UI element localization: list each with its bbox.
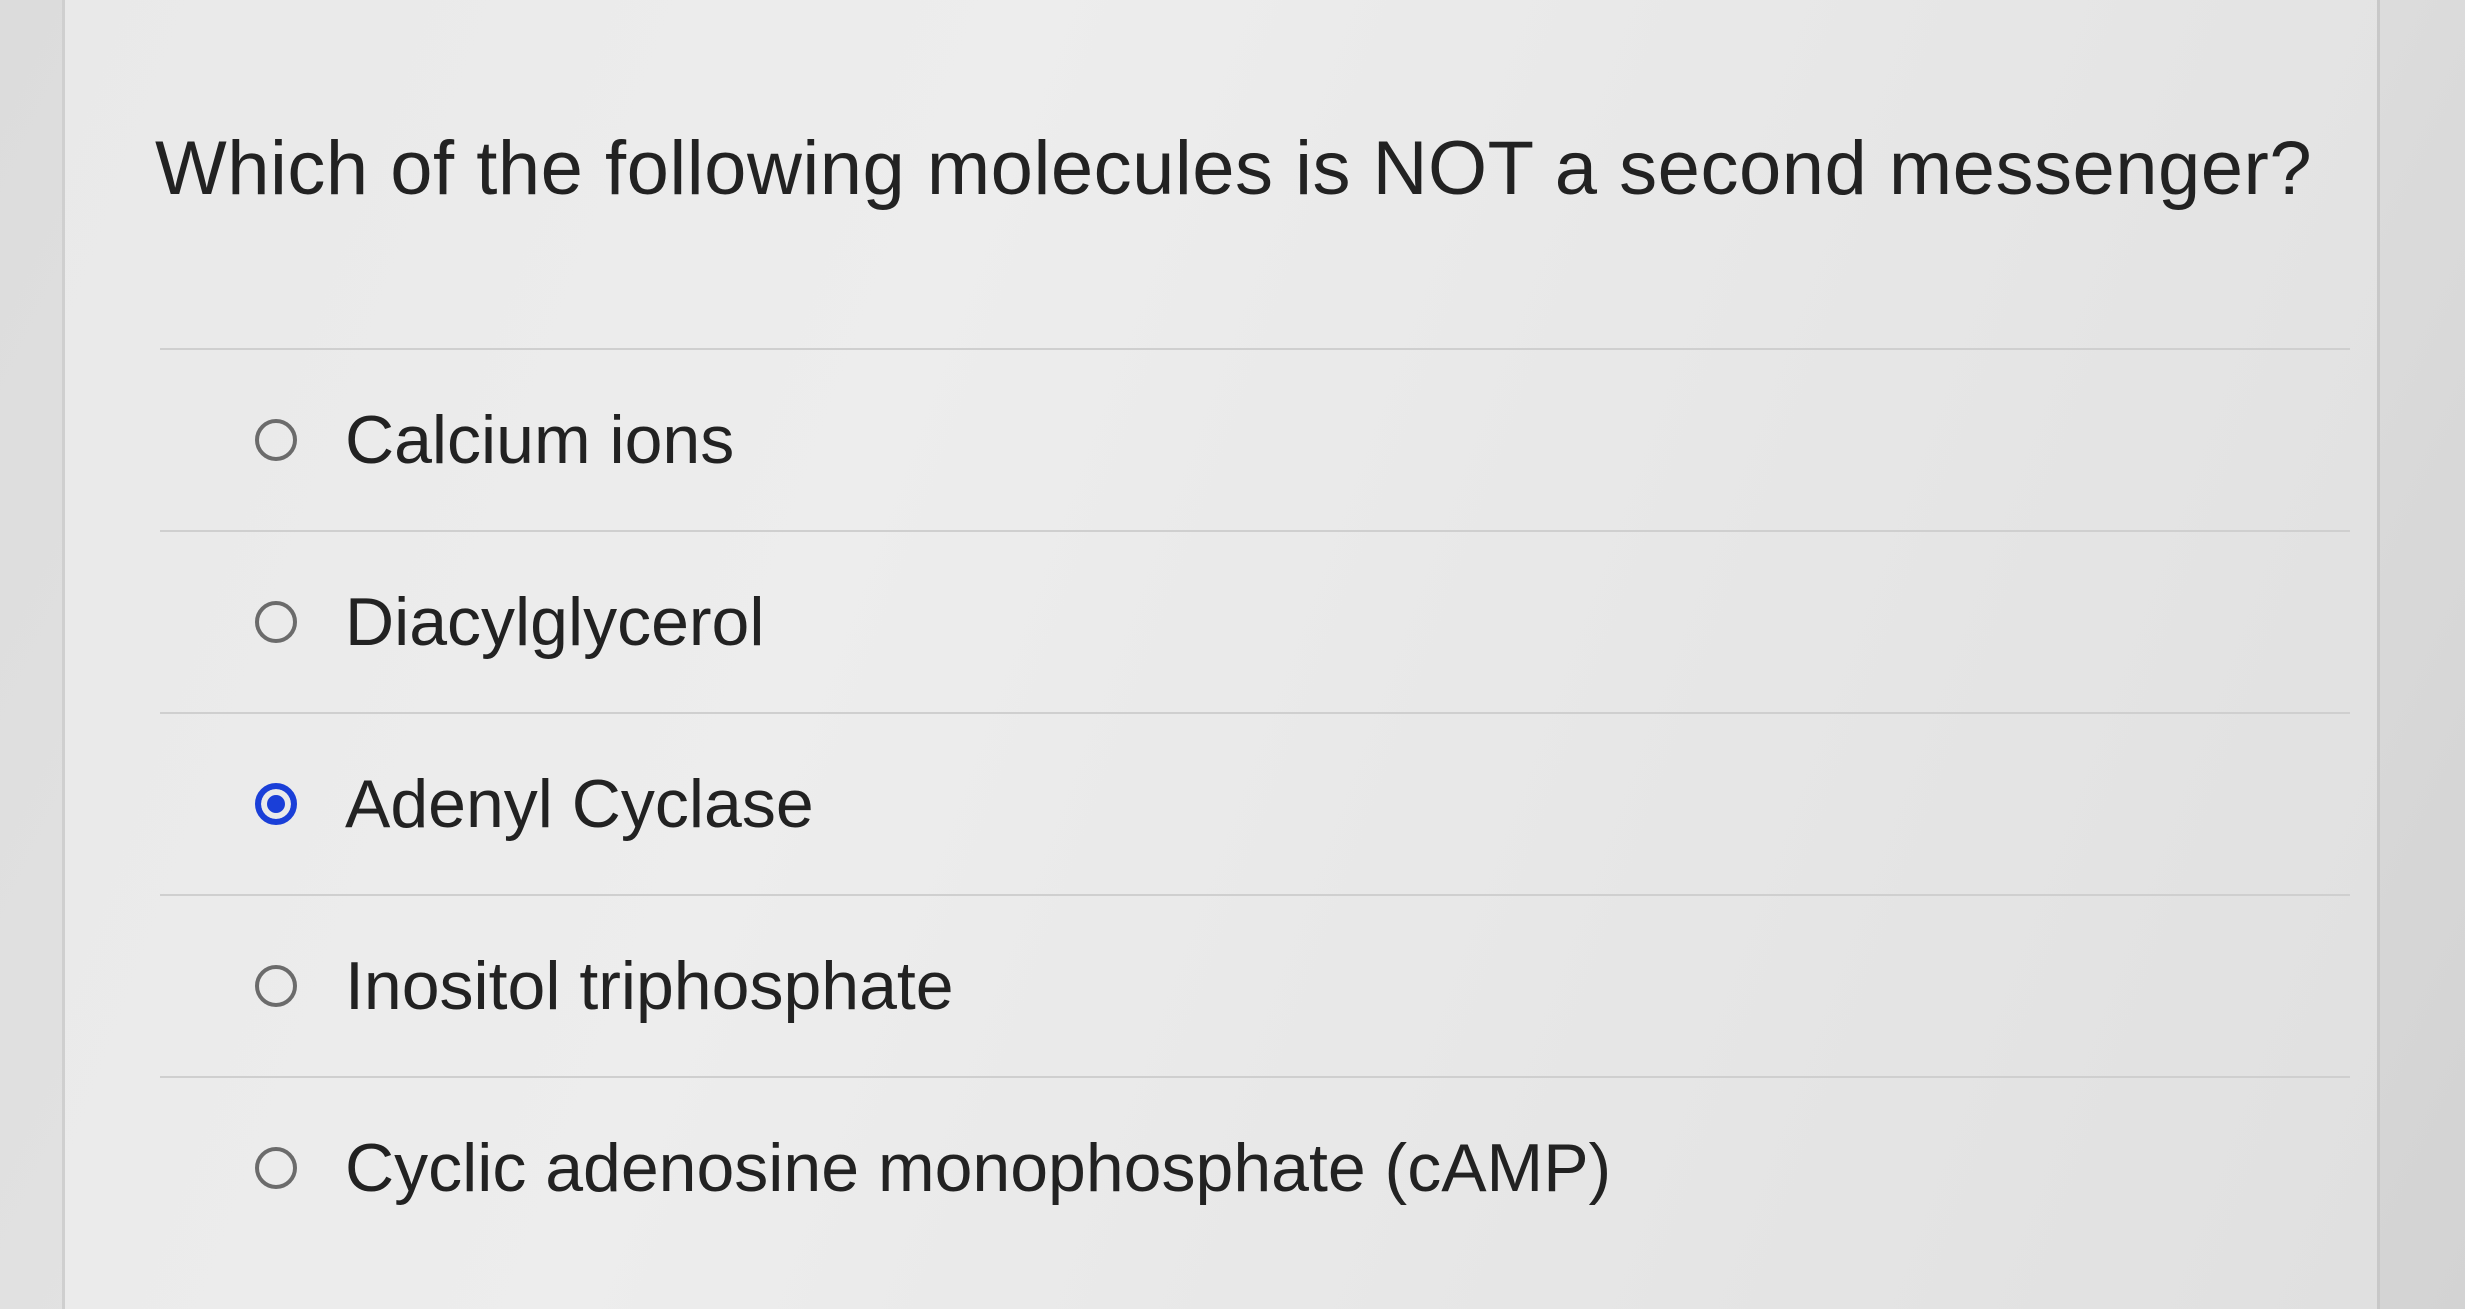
- question-text: Which of the following molecules is NOT …: [155, 126, 2313, 211]
- radio-button-icon[interactable]: [255, 419, 297, 461]
- option-label: Diacylglycerol: [345, 584, 765, 660]
- answer-option-adenyl-cyclase[interactable]: Adenyl Cyclase: [160, 714, 2350, 894]
- question-card: Which of the following molecules is NOT …: [62, 0, 2380, 1309]
- radio-button-icon[interactable]: [255, 1147, 297, 1189]
- answer-option-diacylglycerol[interactable]: Diacylglycerol: [160, 532, 2350, 712]
- answer-option-inositol-triphosphate[interactable]: Inositol triphosphate: [160, 896, 2350, 1076]
- radio-button-icon[interactable]: [255, 601, 297, 643]
- option-label: Inositol triphosphate: [345, 948, 954, 1024]
- option-label: Calcium ions: [345, 402, 735, 478]
- answer-option-camp[interactable]: Cyclic adenosine monophosphate (cAMP): [160, 1078, 2350, 1258]
- screen-background: Which of the following molecules is NOT …: [0, 0, 2465, 1309]
- answer-options: Calcium ions Diacylglycerol Adenyl Cycla…: [160, 348, 2350, 1258]
- option-label: Cyclic adenosine monophosphate (cAMP): [345, 1130, 1612, 1206]
- radio-button-selected-icon[interactable]: [255, 783, 297, 825]
- option-label: Adenyl Cyclase: [345, 766, 814, 842]
- radio-button-icon[interactable]: [255, 965, 297, 1007]
- answer-option-calcium-ions[interactable]: Calcium ions: [160, 350, 2350, 530]
